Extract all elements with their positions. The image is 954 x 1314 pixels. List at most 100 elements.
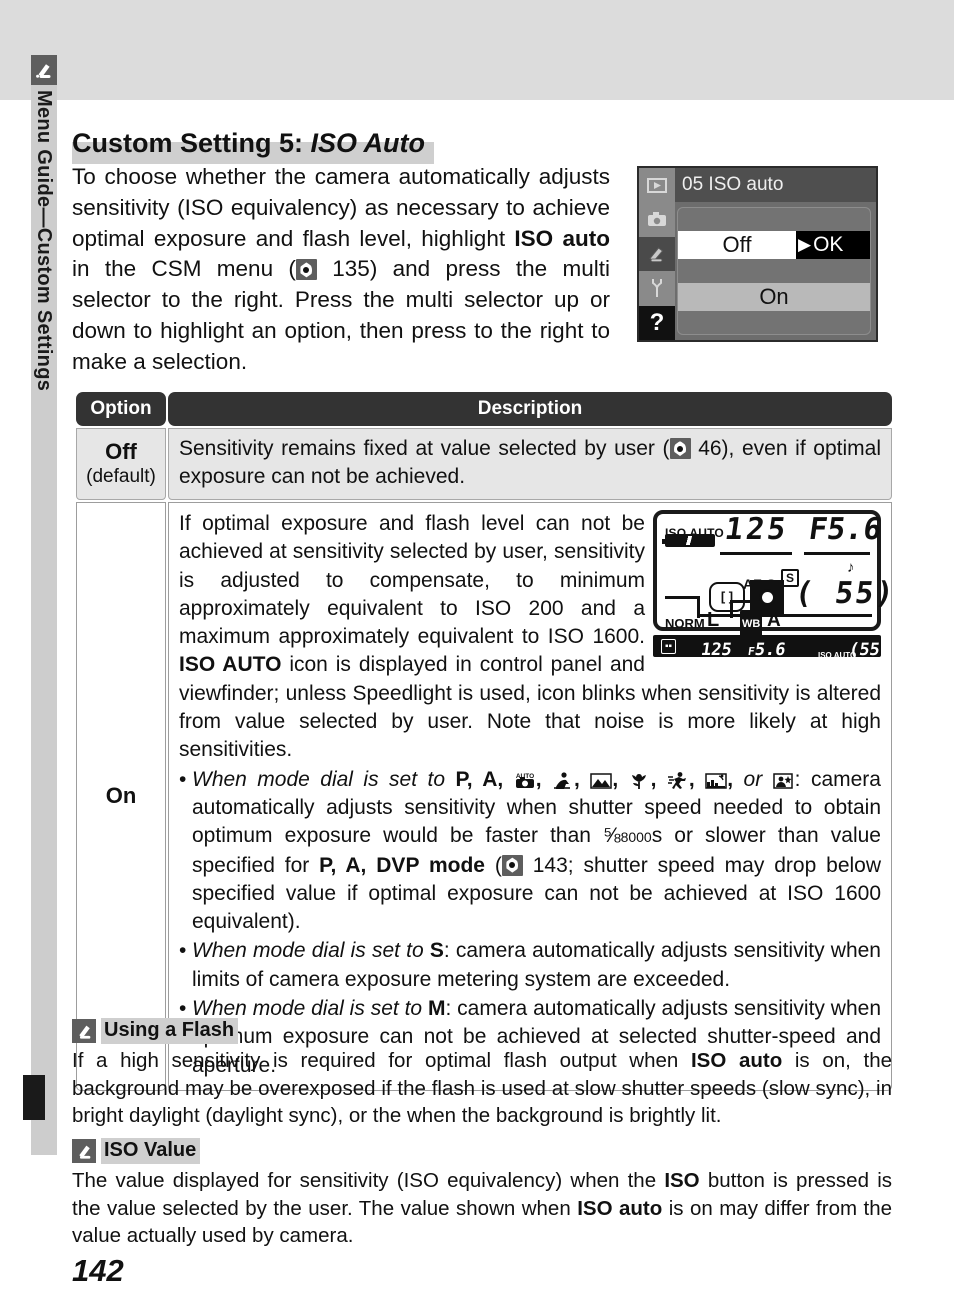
menu-body: 05 ISO auto Off ▶ OK On: [675, 168, 876, 340]
intro-paragraph: To choose whether the camera automatical…: [72, 162, 610, 378]
reference-icon: [669, 438, 691, 459]
bullet1-modes: P, A,: [455, 767, 504, 791]
bullet-marker: •: [179, 767, 187, 791]
menu-row-off[interactable]: Off ▶ OK: [678, 231, 870, 260]
option-off-label: Off: [105, 439, 137, 464]
vf-shutter-speed: 125: [699, 640, 734, 660]
reference-icon: [501, 854, 523, 876]
playback-icon[interactable]: [639, 168, 675, 202]
note-iso-value: ISO Value The value displayed for sensit…: [72, 1138, 892, 1250]
camera-icon[interactable]: [639, 202, 675, 236]
menu-tab-strip: ?: [639, 168, 675, 340]
bullet2-italic-lead: When mode dial is set to: [192, 939, 430, 963]
intro-part2: in the CSM menu (: [72, 256, 296, 282]
pencil-icon: [31, 55, 57, 85]
note1-bold1: ISO auto: [690, 1049, 783, 1072]
bullet1-rest3: (: [484, 853, 502, 877]
top-gray-band: [0, 0, 954, 100]
battery-icon: [662, 534, 715, 547]
page-number: 142: [72, 1253, 124, 1288]
bullet-text-2: When mode dial is set to S: camera autom…: [192, 937, 881, 994]
menu-row-on[interactable]: On: [678, 282, 870, 311]
table-cell-option-on: On: [76, 502, 166, 1091]
table-header-description: Description: [168, 392, 892, 426]
on-para-part2: icon is displayed in control panel and v…: [179, 653, 881, 762]
night-landscape-icon: [705, 771, 727, 790]
option-off-default: (default): [86, 466, 156, 487]
note-title: ISO Value: [101, 1138, 201, 1164]
intro-bold-iso-auto: ISO auto: [514, 225, 610, 251]
pencil-note-icon: [72, 1019, 96, 1043]
note2-part1: The value displayed for sensitivity (ISO…: [72, 1169, 665, 1192]
menu-row-blank-bottom: [678, 311, 870, 334]
page-title-italic: ISO Auto: [310, 128, 426, 158]
on-para-part1: If optimal exposure and flash level can …: [179, 512, 645, 649]
table-cell-description-on: ISO AUTO 125 F5.6 ♪ AF-S S [ ] ( 55): [168, 502, 898, 1091]
sports-icon: [667, 771, 689, 790]
menu-row-blank-mid: [678, 259, 870, 282]
lcd-control-panel: ISO AUTO 125 F5.6 ♪ AF-S S [ ] ( 55): [653, 510, 898, 639]
lcd-underline-aperture: [804, 552, 870, 555]
intro-ref-page: 135: [332, 256, 370, 282]
lcd-image-size: L: [707, 609, 720, 631]
auto-camera-icon: AUTO: [514, 771, 536, 790]
lcd-aperture: F5.6: [806, 512, 884, 547]
portrait-icon: [552, 771, 574, 790]
vf-aperture: F5.6: [747, 640, 787, 660]
play-arrow-icon: ▶: [798, 235, 812, 255]
table-header-row: Option Description: [76, 392, 892, 426]
lcd-divider-h2: [730, 600, 752, 603]
desc-off-ref: 46: [698, 437, 722, 460]
reference-icon: [295, 259, 317, 281]
bullet1-or: or: [743, 767, 763, 791]
bullet1-bold-mode: P, A, DVP mode: [319, 853, 485, 877]
camera-menu-screenshot: ? 05 ISO auto Off ▶ OK On: [637, 166, 878, 342]
close-up-icon: [629, 771, 651, 790]
landscape-icon: [590, 771, 613, 790]
lcd-underline-shutter: [720, 552, 792, 555]
pencil-icon[interactable]: [639, 236, 675, 272]
menu-row-off-ok[interactable]: ▶ OK: [796, 231, 870, 260]
note2-bold1: ISO: [664, 1169, 700, 1192]
table-header-option: Option: [76, 392, 166, 426]
lcd-underline-bottom: [697, 614, 872, 617]
note-header: Using a Flash: [72, 1018, 892, 1044]
menu-row-on-label: On: [759, 283, 789, 309]
list-item: • When mode dial is set to S: camera aut…: [179, 937, 881, 994]
bullet1-unit: s: [651, 824, 663, 848]
chapter-tab-marker: [23, 1075, 45, 1120]
note-body: If a high sensitivity is required for op…: [72, 1047, 892, 1130]
wrench-icon[interactable]: [639, 271, 675, 305]
menu-row-blank-top: [678, 208, 870, 231]
table-row: Off (default) Sensitivity remains fixed …: [76, 428, 892, 500]
ok-text: OK: [813, 233, 844, 257]
on-para-bold: ISO AUTO: [179, 653, 282, 677]
side-rail-label-text: Menu Guide—Custom Settings: [33, 90, 55, 392]
table-row: On ISO AUTO 125 F5.6 ♪ AF-S S [ ] ( 55): [76, 502, 898, 1091]
page-title: Custom Setting 5: ISO Auto: [72, 126, 632, 164]
bullet3-italic-lead: When mode dial is set to: [192, 997, 428, 1021]
menu-row-off-label: Off: [722, 232, 752, 258]
note-body: The value displayed for sensitivity (ISO…: [72, 1167, 892, 1250]
note2-bold2: ISO auto: [577, 1196, 663, 1220]
bullet2-bold-mode: S: [429, 939, 444, 963]
desc-off-part1: Sensitivity remains fixed at value selec…: [179, 437, 670, 460]
table-cell-description-off: Sensitivity remains fixed at value selec…: [168, 428, 892, 500]
note-using-a-flash: Using a Flash If a high sensitivity is r…: [72, 1018, 892, 1130]
table-cell-option-off: Off (default): [76, 428, 166, 500]
bullet1-fraction: ⅝8000: [603, 824, 652, 848]
bullet1-ref: 143: [532, 853, 568, 877]
note1-part1: If a high sensitivity is required for op…: [72, 1049, 691, 1072]
options-table: Option Description Off (default) Sensiti…: [76, 392, 898, 1091]
note-title: Using a Flash: [101, 1018, 239, 1044]
help-icon[interactable]: ?: [639, 305, 675, 340]
pencil-note-icon: [72, 1139, 96, 1163]
lcd-shutter-speed: 125: [722, 512, 791, 547]
control-panel-illustration: ISO AUTO 125 F5.6 ♪ AF-S S [ ] ( 55): [653, 510, 898, 660]
bullet3-bold-mode: M: [427, 997, 446, 1021]
option-on-label: On: [105, 783, 137, 809]
vf-focus-indicator: ▪▪: [661, 639, 677, 654]
viewfinder-strip: ▪▪ 125 F5.6 ISO AUTO (55): [653, 635, 891, 660]
lcd-wb-value: A: [767, 610, 781, 631]
list-item: • When mode dial is set to P, A, AUTO, ,…: [179, 766, 881, 937]
